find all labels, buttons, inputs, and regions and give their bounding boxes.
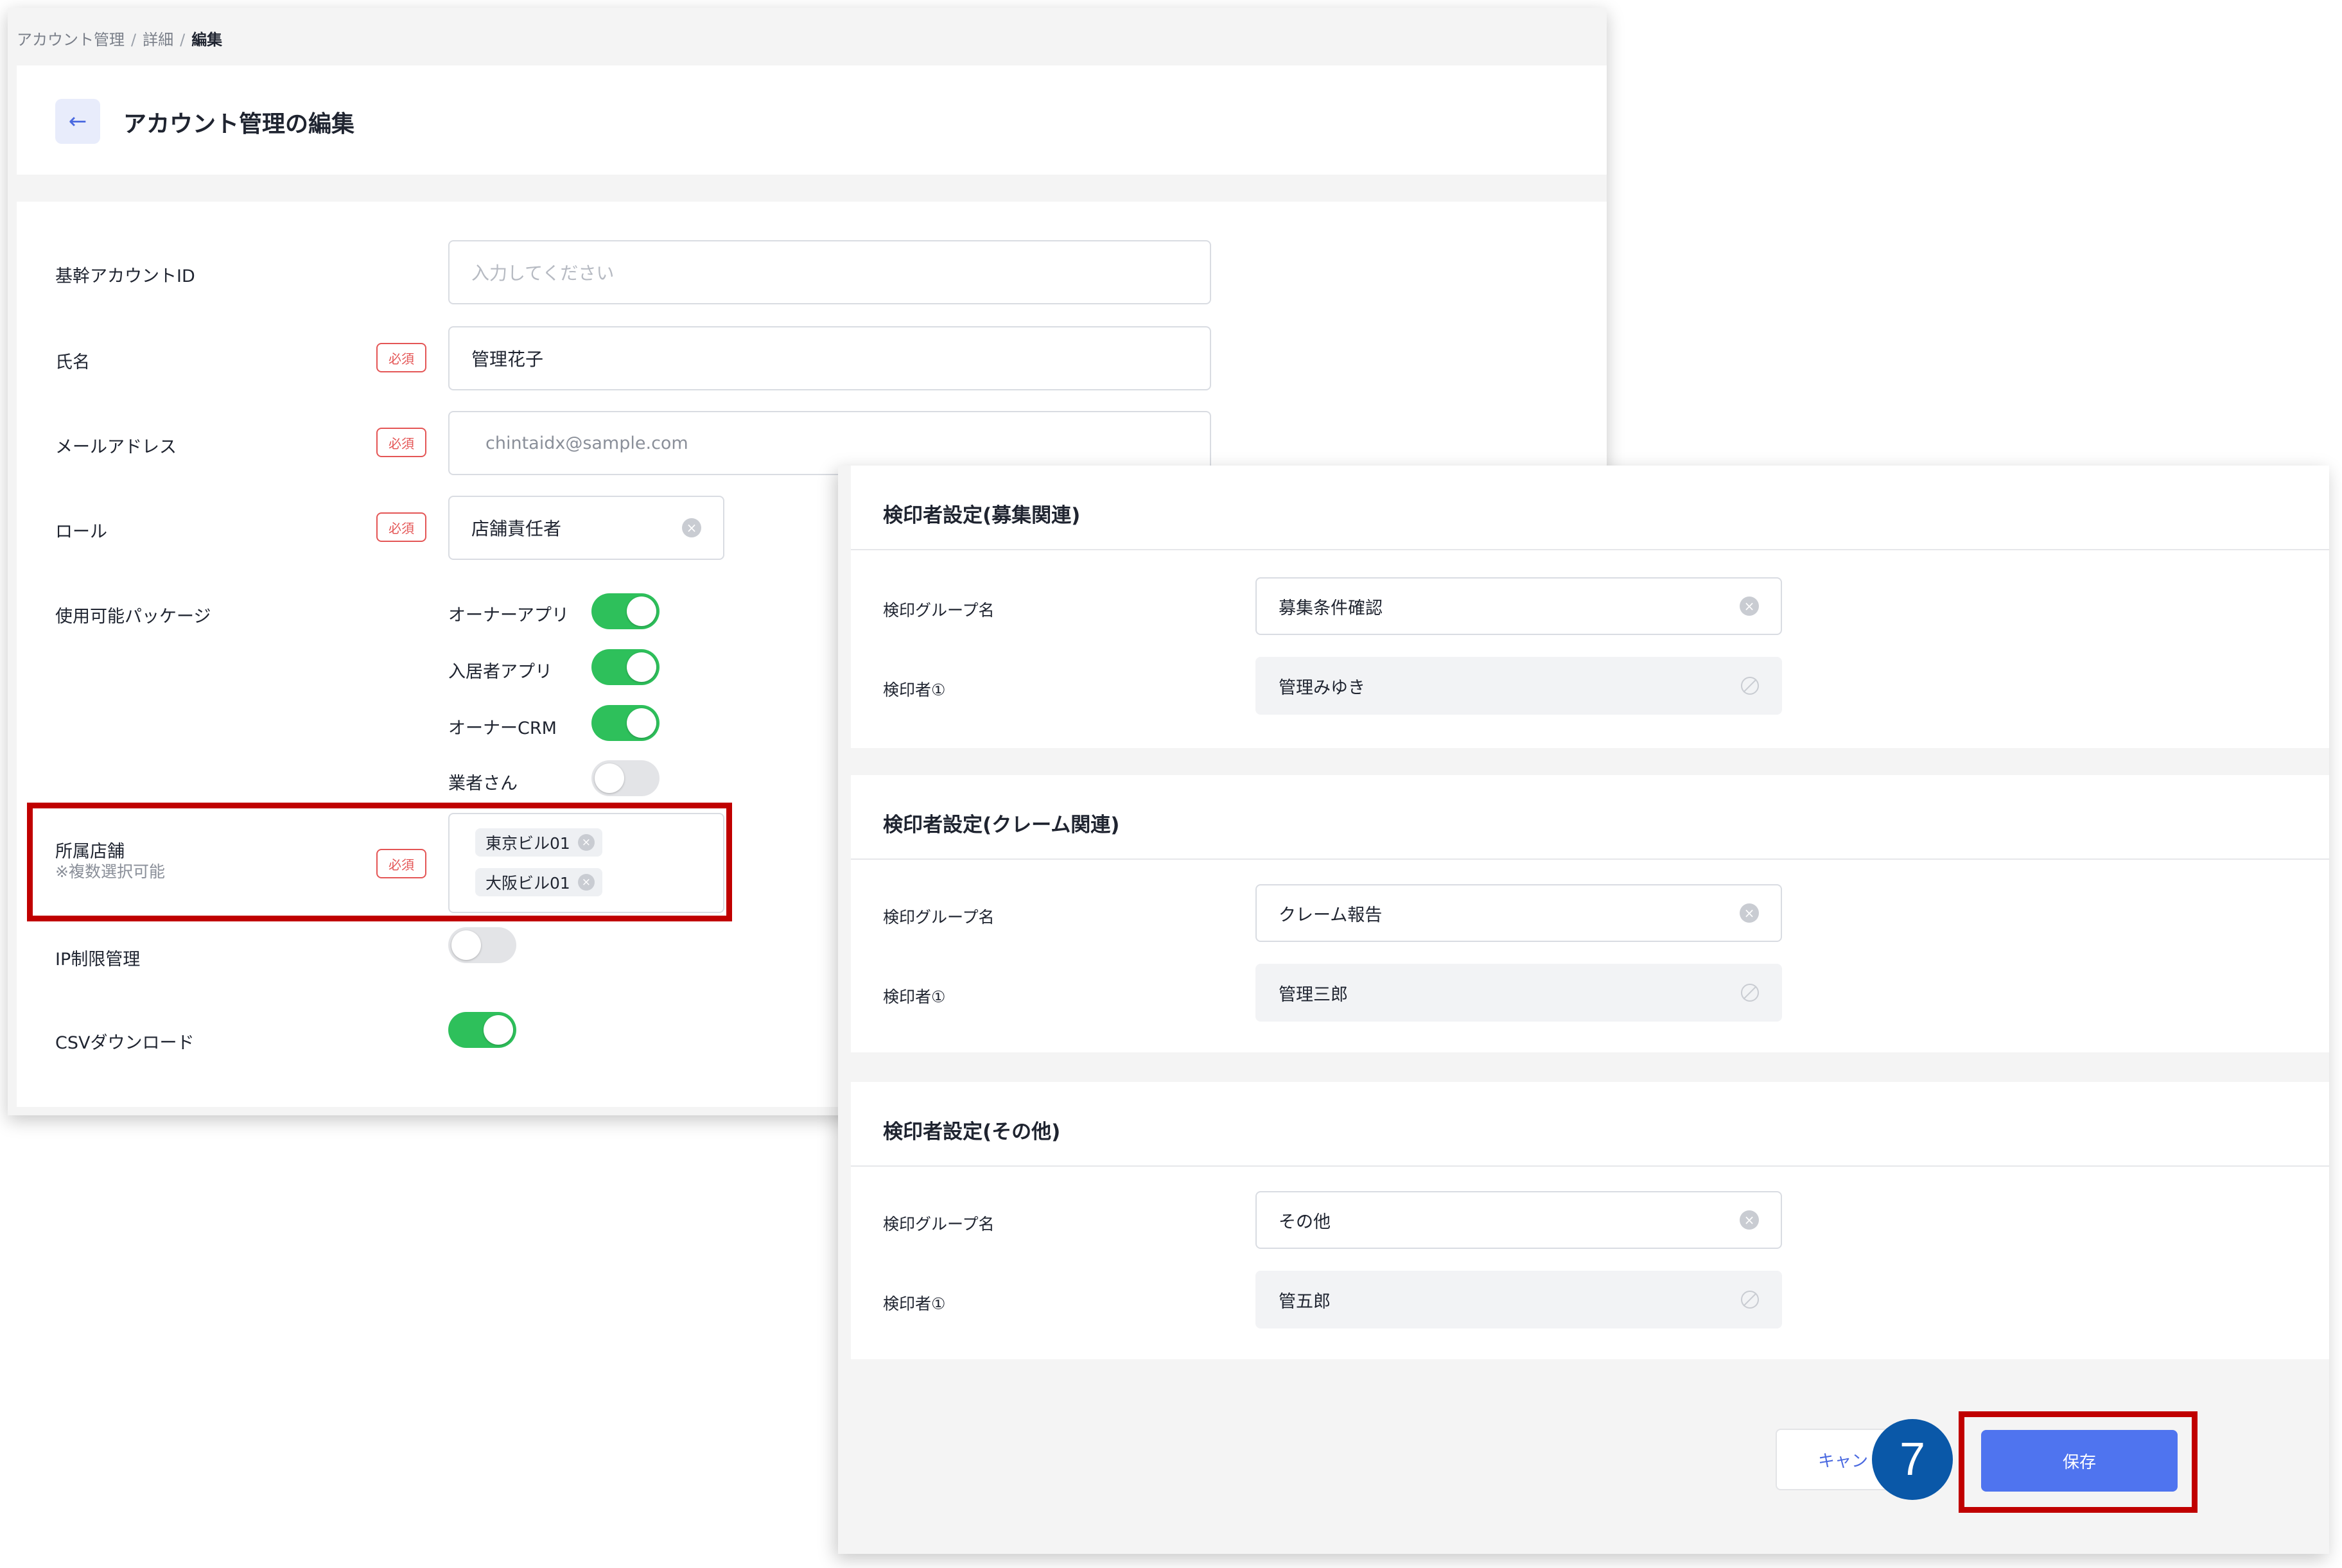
package-owner-app-toggle[interactable] [591, 593, 660, 629]
breadcrumb-separator: / [180, 31, 186, 49]
name-label: 氏名 [55, 353, 90, 372]
toggle-knob [451, 930, 481, 960]
approver-value: 管五郎 [1279, 1291, 1331, 1312]
toggle-knob [595, 763, 624, 793]
breadcrumb-item-edit: 編集 [191, 31, 223, 49]
package-vendor-toggle[interactable] [591, 760, 660, 796]
page-title: アカウント管理の編集 [123, 111, 355, 137]
package-owner-app-label: オーナーアプリ [448, 605, 569, 625]
page-header: ← アカウント管理の編集 [17, 65, 1607, 175]
approver-label: 検印者① [883, 988, 946, 1006]
required-badge: 必須 [376, 343, 426, 372]
package-vendor-label: 業者さん [448, 774, 518, 794]
approver-section-recruitment: 検印者設定(募集関連) 検印グループ名 募集条件確認 × 検印者① 管理みゆき [851, 466, 2329, 748]
arrow-left-icon: ← [68, 109, 87, 134]
section-title: 検印者設定(その他) [883, 1120, 1061, 1144]
email-label: メールアドレス [55, 437, 177, 457]
csv-download-toggle[interactable] [448, 1012, 516, 1048]
breadcrumb-item-account-management[interactable]: アカウント管理 [17, 27, 125, 49]
required-badge: 必須 [376, 512, 426, 542]
package-owner-crm-toggle[interactable] [591, 705, 660, 741]
approver-select: 管理三郎 [1255, 964, 1782, 1022]
toggle-knob [627, 597, 656, 626]
clear-icon[interactable]: × [1740, 1210, 1759, 1230]
role-select[interactable]: 店舗責任者 × [448, 496, 724, 560]
group-name-select[interactable]: クレーム報告 × [1255, 884, 1782, 942]
role-value: 店舗責任者 [471, 518, 562, 539]
base-account-id-input[interactable]: 入力してください [448, 240, 1211, 304]
clear-icon[interactable]: × [682, 518, 701, 537]
base-account-id-label: 基幹アカウントID [55, 266, 195, 286]
toggle-knob [627, 708, 656, 738]
approver-label: 検印者① [883, 681, 946, 699]
group-name-value: 募集条件確認 [1279, 598, 1383, 618]
csv-download-label: CSVダウンロード [55, 1033, 195, 1053]
section-title: 検印者設定(クレーム関連) [883, 814, 1120, 837]
group-name-label: 検印グループ名 [883, 1215, 995, 1233]
approver-label: 検印者① [883, 1294, 946, 1313]
approver-select: 管五郎 [1255, 1271, 1782, 1328]
group-name-value: その他 [1279, 1212, 1331, 1232]
package-resident-app-label: 入居者アプリ [448, 662, 552, 682]
approver-section-other: 検印者設定(その他) 検印グループ名 その他 × 検印者① 管五郎 [851, 1082, 2329, 1359]
approver-settings-screen: 検印者設定(募集関連) 検印グループ名 募集条件確認 × 検印者① 管理みゆき … [838, 466, 2329, 1554]
divider [851, 858, 2329, 860]
packages-label: 使用可能パッケージ [55, 607, 211, 627]
disabled-icon [1741, 1291, 1759, 1309]
required-badge: 必須 [376, 428, 426, 457]
approver-value: 管理みゆき [1279, 677, 1365, 698]
ip-restriction-toggle[interactable] [448, 927, 516, 963]
breadcrumb: アカウント管理 / 詳細 / 編集 [17, 27, 222, 49]
highlight-frame-save [1959, 1411, 2198, 1513]
role-label: ロール [55, 522, 107, 542]
group-name-label: 検印グループ名 [883, 908, 995, 927]
disabled-icon [1741, 984, 1759, 1002]
package-resident-app-toggle[interactable] [591, 649, 660, 685]
back-button[interactable]: ← [55, 99, 100, 144]
clear-icon[interactable]: × [1740, 903, 1759, 923]
group-name-select[interactable]: 募集条件確認 × [1255, 577, 1782, 635]
clear-icon[interactable]: × [1740, 597, 1759, 616]
divider [851, 1165, 2329, 1167]
approver-section-claims: 検印者設定(クレーム関連) 検印グループ名 クレーム報告 × 検印者① 管理三郎 [851, 775, 2329, 1052]
section-title: 検印者設定(募集関連) [883, 504, 1081, 527]
divider [851, 549, 2329, 550]
package-owner-crm-label: オーナーCRM [448, 719, 557, 738]
step-number-badge: 7 [1872, 1419, 1953, 1500]
ip-restriction-label: IP制限管理 [55, 950, 141, 970]
toggle-knob [484, 1015, 513, 1045]
group-name-value: クレーム報告 [1279, 905, 1383, 925]
approver-value: 管理三郎 [1279, 984, 1348, 1005]
highlight-frame-stores [27, 803, 732, 921]
breadcrumb-item-detail[interactable]: 詳細 [143, 27, 173, 49]
breadcrumb-separator: / [131, 31, 137, 49]
approver-select: 管理みゆき [1255, 657, 1782, 715]
name-input[interactable]: 管理花子 [448, 326, 1211, 390]
disabled-icon [1741, 677, 1759, 695]
group-name-label: 検印グループ名 [883, 601, 995, 620]
group-name-select[interactable]: その他 × [1255, 1191, 1782, 1249]
toggle-knob [627, 652, 656, 682]
